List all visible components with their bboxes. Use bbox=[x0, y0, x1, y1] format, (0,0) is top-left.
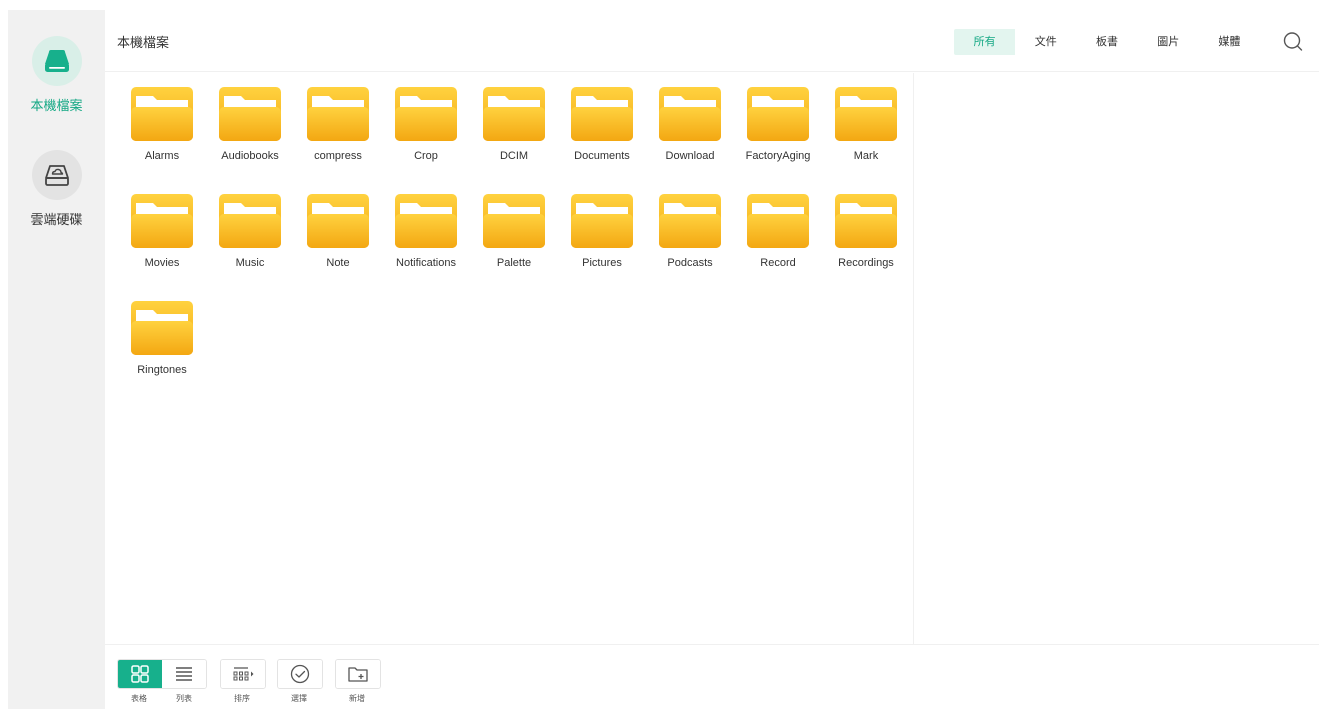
search-icon[interactable] bbox=[1281, 30, 1305, 54]
folder-icon bbox=[307, 87, 369, 141]
filter-tabs: 所有 文件 板書 圖片 媒體 bbox=[954, 29, 1260, 55]
folder-icon bbox=[219, 87, 281, 141]
select-label: 選擇 bbox=[291, 694, 307, 703]
folder-name: Podcasts bbox=[667, 257, 713, 269]
folder-item[interactable]: DCIM bbox=[470, 87, 558, 194]
folder-icon bbox=[131, 87, 193, 141]
folder-icon bbox=[571, 194, 633, 248]
folder-item[interactable]: Recordings bbox=[822, 194, 910, 301]
folder-icon bbox=[835, 194, 897, 248]
folder-item[interactable]: Crop bbox=[382, 87, 470, 194]
folder-icon bbox=[747, 87, 809, 141]
folder-icon bbox=[483, 194, 545, 248]
sidebar: 本機檔案 雲端硬碟 bbox=[8, 10, 105, 709]
folder-name: DCIM bbox=[499, 150, 529, 162]
folder-icon bbox=[131, 194, 193, 248]
grid-icon bbox=[131, 665, 149, 683]
folder-name: Note bbox=[326, 257, 350, 269]
folder-item[interactable]: Podcasts bbox=[646, 194, 734, 301]
hard-drive-icon bbox=[31, 36, 82, 86]
folder-icon bbox=[483, 87, 545, 141]
folder-icon bbox=[395, 87, 457, 141]
folder-name: Pictures bbox=[582, 257, 622, 269]
folder-item[interactable]: Palette bbox=[470, 194, 558, 301]
folder-item[interactable]: Documents bbox=[558, 87, 646, 194]
folder-item[interactable]: Alarms bbox=[118, 87, 206, 194]
folder-icon bbox=[395, 194, 457, 248]
folder-item[interactable]: compress bbox=[294, 87, 382, 194]
folder-icon bbox=[747, 194, 809, 248]
sidebar-item-cloud-drive[interactable]: 雲端硬碟 bbox=[8, 150, 105, 228]
folder-item[interactable]: Mark bbox=[822, 87, 910, 194]
folder-icon bbox=[219, 194, 281, 248]
tab-media[interactable]: 媒體 bbox=[1199, 29, 1260, 55]
new-folder-button-wrap bbox=[335, 659, 381, 689]
tab-images[interactable]: 圖片 bbox=[1138, 29, 1199, 55]
folder-icon bbox=[571, 87, 633, 141]
folder-grid: Alarms Audiobooks compress Crop DCIM Document… bbox=[118, 87, 910, 408]
folder-item[interactable]: Note bbox=[294, 194, 382, 301]
folder-icon bbox=[131, 301, 193, 355]
list-icon bbox=[176, 667, 192, 681]
folder-name: Recordings bbox=[838, 257, 894, 269]
check-circle-icon bbox=[290, 664, 310, 684]
folder-item[interactable]: Audiobooks bbox=[206, 87, 294, 194]
tab-documents[interactable]: 文件 bbox=[1015, 29, 1076, 55]
sidebar-item-label: 本機檔案 bbox=[30, 98, 83, 113]
folder-item[interactable]: Record bbox=[734, 194, 822, 301]
new-folder-icon bbox=[348, 667, 368, 682]
tab-whiteboard[interactable]: 板書 bbox=[1076, 29, 1137, 55]
folder-icon bbox=[835, 87, 897, 141]
sort-label: 排序 bbox=[234, 694, 250, 703]
header: 本機檔案 所有 文件 板書 圖片 媒體 bbox=[105, 10, 1319, 72]
new-folder-button[interactable] bbox=[336, 660, 380, 688]
folder-item[interactable]: Notifications bbox=[382, 194, 470, 301]
folder-item[interactable]: Movies bbox=[118, 194, 206, 301]
tab-all[interactable]: 所有 bbox=[954, 29, 1016, 55]
folder-icon bbox=[307, 194, 369, 248]
folder-name: compress bbox=[314, 150, 362, 162]
sidebar-item-label: 雲端硬碟 bbox=[30, 212, 83, 227]
select-button[interactable] bbox=[278, 660, 322, 688]
folder-name: Palette bbox=[496, 257, 532, 269]
list-view-label: 列表 bbox=[176, 694, 192, 703]
file-grid-area: Alarms Audiobooks compress Crop DCIM Document… bbox=[105, 73, 914, 644]
folder-name: Movies bbox=[144, 257, 180, 269]
folder-name: FactoryAging bbox=[745, 150, 811, 162]
folder-icon bbox=[659, 87, 721, 141]
folder-item[interactable]: Ringtones bbox=[118, 301, 206, 408]
bottom-toolbar: 表格 列表 排序 選擇 新增 bbox=[105, 644, 1319, 709]
new-folder-label: 新增 bbox=[349, 694, 365, 703]
sidebar-item-local-files[interactable]: 本機檔案 bbox=[8, 36, 105, 114]
folder-name: Record bbox=[760, 257, 796, 269]
sort-button-wrap bbox=[220, 659, 266, 689]
folder-name: Ringtones bbox=[137, 364, 187, 376]
grid-view-button[interactable] bbox=[118, 660, 162, 688]
folder-name: Mark bbox=[853, 150, 879, 162]
folder-item[interactable]: Pictures bbox=[558, 194, 646, 301]
folder-name: Alarms bbox=[144, 150, 180, 162]
select-button-wrap bbox=[277, 659, 323, 689]
folder-name: Notifications bbox=[396, 257, 456, 269]
view-mode-toggle bbox=[117, 659, 207, 689]
folder-name: Crop bbox=[414, 150, 438, 162]
folder-item[interactable]: Download bbox=[646, 87, 734, 194]
folder-icon bbox=[659, 194, 721, 248]
sort-icon bbox=[233, 667, 254, 681]
folder-name: Download bbox=[665, 150, 715, 162]
file-manager-app: 本機檔案 雲端硬碟 本機檔案 所有 文件 板書 圖片 媒體 Alarms Aud… bbox=[0, 0, 1319, 709]
sort-button[interactable] bbox=[221, 660, 265, 688]
folder-name: Documents bbox=[574, 150, 630, 162]
folder-name: Audiobooks bbox=[221, 150, 279, 162]
folder-item[interactable]: Music bbox=[206, 194, 294, 301]
cloud-drive-icon bbox=[31, 150, 82, 200]
grid-view-label: 表格 bbox=[131, 694, 147, 703]
folder-item[interactable]: FactoryAging bbox=[734, 87, 822, 194]
list-view-button[interactable] bbox=[162, 660, 206, 688]
page-title: 本機檔案 bbox=[117, 35, 170, 50]
folder-name: Music bbox=[235, 257, 265, 269]
